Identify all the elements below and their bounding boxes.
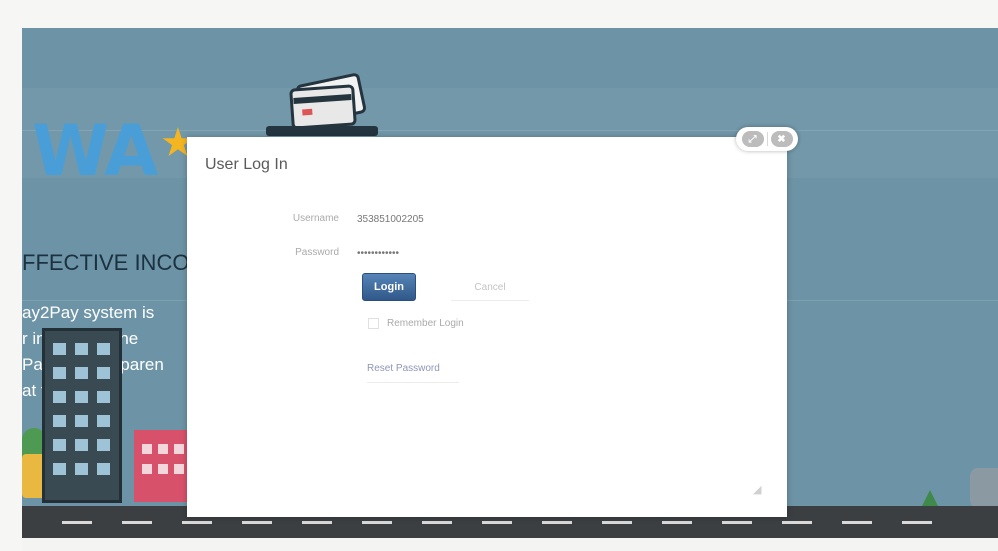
building-illustration [134, 430, 190, 502]
brand-logo: WA [32, 110, 158, 192]
road-marking [602, 521, 632, 524]
road-marking [62, 521, 92, 524]
password-input[interactable] [357, 245, 477, 261]
login-button[interactable]: Login [362, 273, 416, 301]
car-illustration [970, 468, 998, 508]
username-label: Username [292, 213, 339, 224]
road-marking [542, 521, 572, 524]
scan-margin-left [0, 0, 22, 551]
resize-handle-icon[interactable]: ◢ [753, 483, 761, 496]
hero-tagline: FFECTIVE INCO [22, 250, 190, 275]
remember-login-checkbox[interactable] [368, 318, 379, 329]
cancel-button[interactable]: Cancel [451, 279, 529, 301]
road-marking [302, 521, 332, 524]
remember-login-label[interactable]: Remember Login [387, 318, 464, 329]
road-marking [122, 521, 152, 524]
road-marking [422, 521, 452, 524]
password-label: Password [295, 247, 339, 258]
reset-password-link[interactable]: Reset Password [367, 363, 459, 383]
dialog-window-controls: ⤢ ✖ [736, 127, 798, 151]
scan-margin-top [0, 0, 998, 28]
dialog-title: User Log In [205, 156, 288, 173]
login-dialog: User Log In Username Password Login Canc… [187, 137, 787, 517]
road-marking [842, 521, 872, 524]
road-marking [242, 521, 272, 524]
username-input[interactable] [357, 211, 477, 227]
road-marking [362, 521, 392, 524]
controls-divider [766, 132, 768, 146]
road-marking [182, 521, 212, 524]
payment-cards-icon [289, 73, 367, 130]
cards-base [266, 126, 378, 136]
road-marking [722, 521, 752, 524]
building-illustration [42, 328, 122, 503]
intro-line: ay2Pay system is [22, 303, 155, 322]
road-marking [902, 521, 932, 524]
road-marking [482, 521, 512, 524]
expand-icon[interactable]: ⤢ [741, 131, 764, 147]
road-marking [782, 521, 812, 524]
road-marking [662, 521, 692, 524]
close-icon[interactable]: ✖ [770, 131, 793, 147]
